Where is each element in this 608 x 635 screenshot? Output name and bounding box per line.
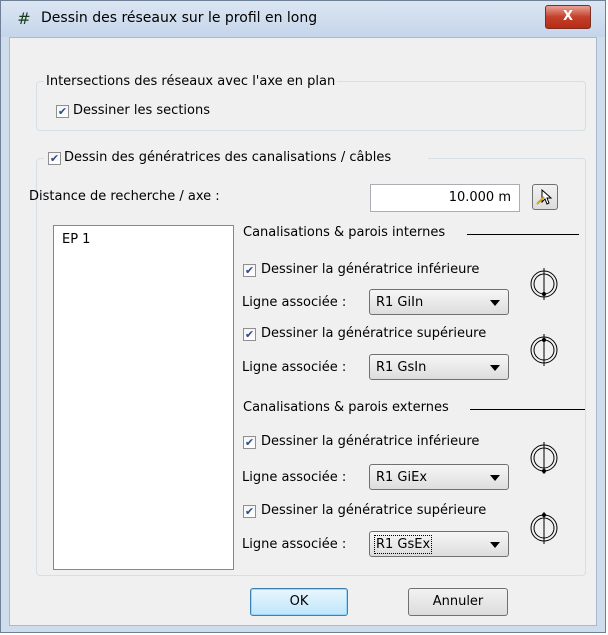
- generatrices-group-label: Dessin des génératrices des canalisation…: [64, 150, 392, 165]
- network-list[interactable]: EP 1: [53, 225, 234, 570]
- draw-sections-checkbox[interactable]: ✔: [56, 105, 69, 118]
- pipe-lower-generatrix-icon: [530, 442, 558, 474]
- dialog-body: Intersections des réseaux avec l'axe en …: [9, 37, 597, 626]
- pick-distance-button[interactable]: [532, 184, 558, 210]
- external-section-title: Canalisations & parois externes: [243, 400, 449, 415]
- internal-upper-checkbox[interactable]: ✔: [243, 328, 256, 341]
- chevron-down-icon: [490, 365, 500, 371]
- generatrices-checkbox[interactable]: ✔: [48, 152, 61, 165]
- external-upper-label: Dessiner la génératrice supérieure: [261, 503, 487, 518]
- external-lower-label: Dessiner la génératrice inférieure: [261, 434, 480, 449]
- chevron-down-icon: [490, 542, 500, 548]
- internal-lower-line-value: R1 GiIn: [376, 295, 424, 310]
- distance-label: Distance de recherche / axe :: [29, 189, 220, 204]
- internal-lower-line-select[interactable]: R1 GiIn: [369, 289, 509, 315]
- distance-input[interactable]: 10.000 m: [370, 184, 520, 212]
- internal-upper-assoc-label: Ligne associée :: [242, 360, 347, 375]
- intersections-group-title: Intersections des réseaux avec l'axe en …: [44, 74, 338, 89]
- ok-button[interactable]: OK: [250, 588, 348, 616]
- window-title: Dessin des réseaux sur le profil en long: [41, 10, 318, 26]
- internal-upper-line-select[interactable]: R1 GsIn: [369, 354, 509, 380]
- pipe-lower-generatrix-icon: [530, 268, 558, 300]
- external-lower-checkbox[interactable]: ✔: [243, 436, 256, 449]
- external-separator: [470, 409, 585, 410]
- chevron-down-icon: [490, 475, 500, 481]
- chevron-down-icon: [490, 300, 500, 306]
- close-button[interactable]: X: [545, 5, 591, 29]
- external-upper-line-value: R1 GsEx: [373, 535, 433, 554]
- external-lower-line-value: R1 GiEx: [376, 470, 428, 485]
- external-lower-assoc-label: Ligne associée :: [242, 470, 347, 485]
- internal-upper-line-value: R1 GsIn: [376, 360, 427, 375]
- internal-lower-assoc-label: Ligne associée :: [242, 295, 347, 310]
- external-upper-checkbox[interactable]: ✔: [243, 505, 256, 518]
- dialog-window: # Dessin des réseaux sur le profil en lo…: [0, 0, 606, 633]
- network-grid-icon: #: [17, 9, 31, 28]
- pipe-upper-generatrix-icon: [530, 512, 558, 544]
- internal-upper-label: Dessiner la génératrice supérieure: [261, 326, 487, 341]
- internal-section-title: Canalisations & parois internes: [243, 225, 446, 240]
- title-bar[interactable]: # Dessin des réseaux sur le profil en lo…: [1, 1, 605, 37]
- pipe-upper-generatrix-icon: [530, 334, 558, 366]
- cancel-button[interactable]: Annuler: [408, 588, 508, 616]
- pick-cursor-icon: [536, 188, 553, 205]
- external-upper-line-select[interactable]: R1 GsEx: [369, 531, 509, 557]
- external-lower-line-select[interactable]: R1 GiEx: [369, 464, 509, 490]
- list-item[interactable]: EP 1: [62, 232, 90, 247]
- internal-lower-checkbox[interactable]: ✔: [243, 264, 256, 277]
- internal-separator: [467, 234, 579, 235]
- internal-lower-label: Dessiner la génératrice inférieure: [261, 262, 480, 277]
- draw-sections-label: Dessiner les sections: [73, 103, 210, 118]
- external-upper-assoc-label: Ligne associée :: [242, 537, 347, 552]
